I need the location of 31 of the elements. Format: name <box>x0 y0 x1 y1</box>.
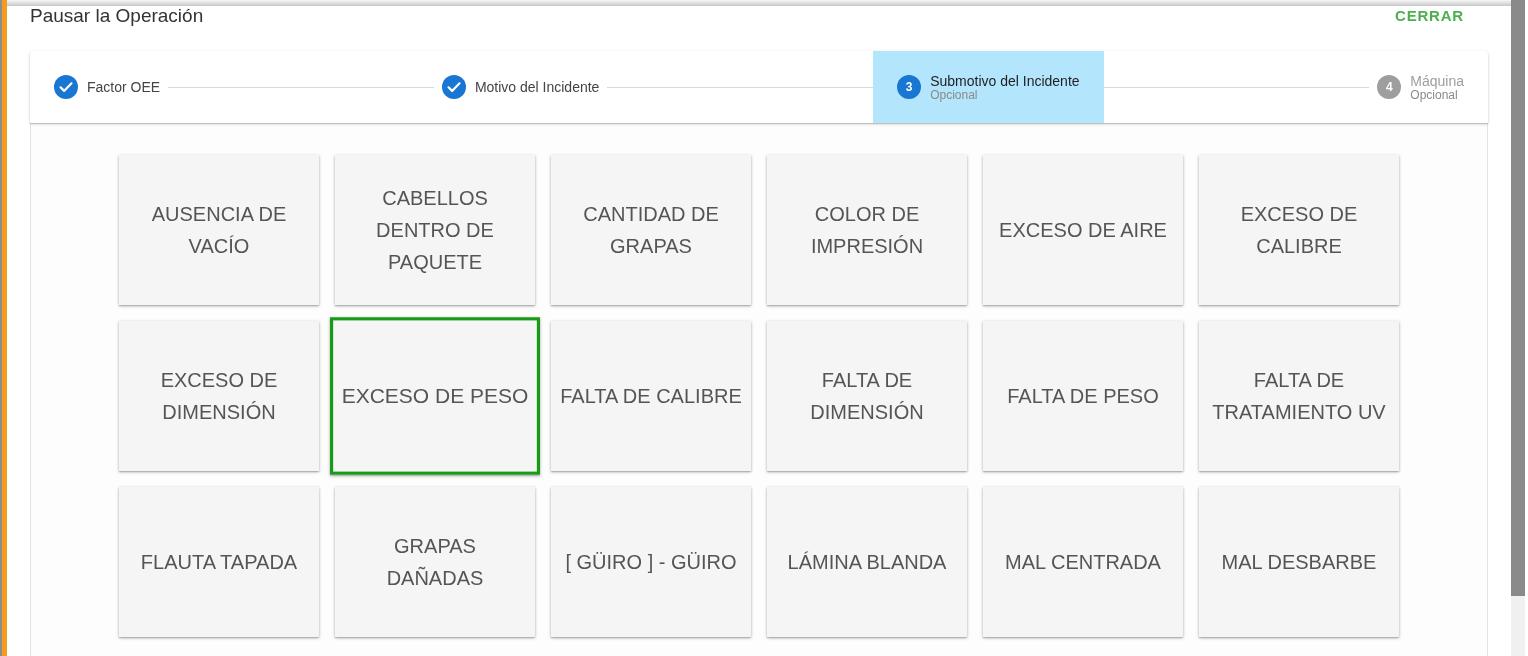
step-label: Motivo del Incidente <box>474 79 600 95</box>
option-tile[interactable]: MAL CENTRADA <box>983 487 1183 637</box>
step-caption: Opcional <box>930 88 979 102</box>
option-tile[interactable]: FALTA DE CALIBRE <box>551 321 751 471</box>
step-number: 4 <box>1377 75 1402 99</box>
step-caption: Opcional <box>1410 88 1458 102</box>
option-tile[interactable]: EXCESO DE AIRE <box>983 155 1183 305</box>
option-tile[interactable]: EXCESO DE DIMENSIÓN <box>119 321 319 471</box>
option-tile[interactable]: GRAPAS DAÑADAS <box>335 487 535 637</box>
stepper-step[interactable]: Motivo del Incidente <box>433 51 608 123</box>
stepper-step[interactable]: 4 Máquina Opcional <box>1369 51 1472 123</box>
option-tile[interactable]: AUSENCIA DE VACÍO <box>119 155 319 305</box>
option-tile[interactable]: [ GÜIRO ] - GÜIRO <box>551 487 751 637</box>
option-tile[interactable]: EXCESO DE PESO <box>330 317 540 475</box>
option-tile[interactable]: COLOR DE IMPRESIÓN <box>767 155 967 305</box>
option-tile[interactable]: FALTA DE PESO <box>983 321 1183 471</box>
stepper-step[interactable]: Factor OEE <box>46 51 169 123</box>
option-tile[interactable]: CABELLOS DENTRO DE PAQUETE <box>335 155 535 305</box>
option-tile[interactable]: CANTIDAD DE GRAPAS <box>551 155 751 305</box>
option-tile[interactable]: EXCESO DE CALIBRE <box>1199 155 1399 305</box>
option-tile[interactable]: LÁMINA BLANDA <box>767 487 967 637</box>
stepper-step[interactable]: 3 Submotivo del Incidente Opcional <box>873 51 1104 123</box>
dialog-title: Pausar la Operación <box>30 6 204 26</box>
step-label: Submotivo del Incidente <box>930 72 1080 89</box>
step-number: 3 <box>897 75 922 99</box>
option-tile[interactable]: FALTA DE TRATAMIENTO UV <box>1199 321 1399 471</box>
option-tile[interactable]: FALTA DE DIMENSIÓN <box>767 321 967 471</box>
step-label: Máquina <box>1410 72 1464 89</box>
option-tile[interactable]: FLAUTA TAPADA <box>119 487 319 637</box>
option-tile[interactable]: MAL DESBARBE <box>1199 487 1399 637</box>
step-label: Factor OEE <box>87 79 161 95</box>
